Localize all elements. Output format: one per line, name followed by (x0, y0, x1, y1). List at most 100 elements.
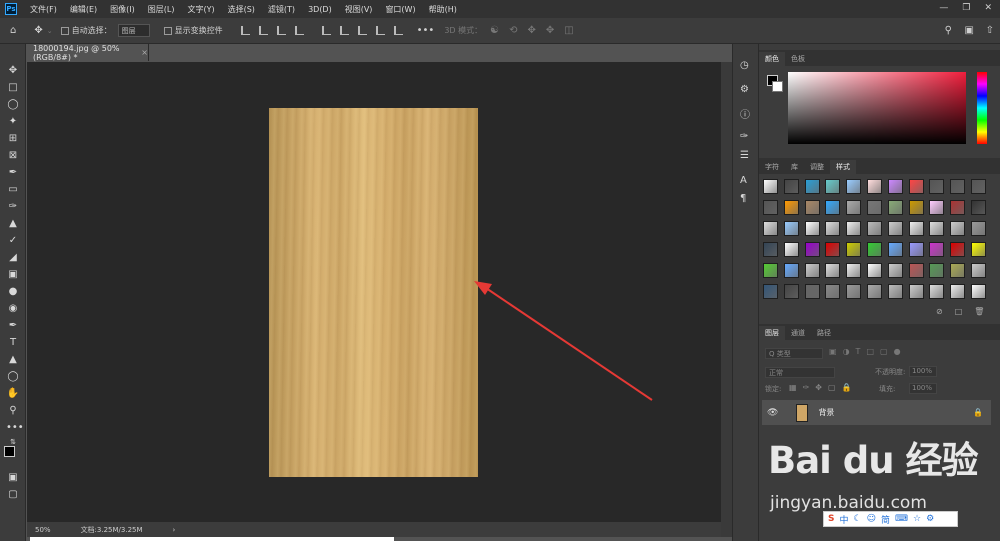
style-swatch[interactable] (825, 284, 841, 299)
style-swatch[interactable] (908, 284, 924, 299)
filter-adjustment-icon[interactable]: ◑ (843, 347, 850, 356)
style-swatch[interactable] (763, 263, 778, 278)
hue-slider[interactable] (977, 72, 987, 144)
tab-styles[interactable]: 样式 (830, 160, 856, 174)
filter-pixel-icon[interactable]: ▣ (829, 347, 837, 356)
tab-layers[interactable]: 图层 (759, 326, 785, 340)
style-swatch[interactable] (887, 263, 903, 278)
style-swatch[interactable] (887, 221, 903, 236)
style-swatch[interactable] (929, 263, 945, 278)
layer-filter-input[interactable]: Q 类型 (765, 348, 823, 359)
layer-row[interactable]: 👁 背景 🔒 (762, 400, 991, 425)
style-swatch[interactable] (866, 179, 882, 194)
lock-transparent-icon[interactable]: ▦ (789, 383, 797, 392)
tab-color[interactable]: 颜色 (759, 52, 785, 66)
color-picker-field[interactable] (788, 72, 966, 144)
color-background-swatch[interactable] (772, 81, 783, 92)
filter-shape-icon[interactable]: □ (866, 347, 874, 356)
style-swatch[interactable] (950, 284, 966, 299)
style-swatch[interactable] (950, 200, 966, 215)
layer-name[interactable]: 背景 (818, 407, 834, 418)
ime-keyboard-icon[interactable]: ⌨ (895, 514, 908, 524)
style-swatch[interactable] (846, 179, 862, 194)
style-swatch[interactable] (908, 242, 924, 257)
style-swatch[interactable] (763, 179, 778, 194)
style-swatch[interactable] (825, 221, 841, 236)
ime-emoji-icon[interactable]: ☺ (867, 514, 876, 524)
style-swatch[interactable] (970, 284, 986, 299)
tab-channels[interactable]: 通道 (785, 326, 811, 340)
tab-swatches[interactable]: 色板 (785, 52, 811, 66)
style-swatch[interactable] (846, 200, 862, 215)
style-swatch[interactable] (866, 242, 882, 257)
style-swatch[interactable] (970, 200, 986, 215)
style-swatch[interactable] (763, 242, 778, 257)
lock-pixels-icon[interactable]: ✑ (803, 383, 810, 392)
style-swatch[interactable] (804, 200, 820, 215)
ime-simplified[interactable]: 简 (881, 513, 890, 526)
style-swatch[interactable] (866, 263, 882, 278)
character-icon[interactable]: A (740, 175, 747, 186)
style-swatch[interactable] (950, 263, 966, 278)
style-swatch[interactable] (783, 242, 799, 257)
style-swatch[interactable] (866, 200, 882, 215)
style-swatch[interactable] (825, 242, 841, 257)
style-swatch[interactable] (887, 200, 903, 215)
ime-chinese-mode[interactable]: 中 (839, 513, 848, 526)
style-swatch[interactable] (825, 200, 841, 215)
ime-settings-icon[interactable]: ⚙ (926, 514, 934, 524)
tab-paths[interactable]: 路径 (811, 326, 837, 340)
ime-skin-icon[interactable]: ☆ (913, 514, 921, 524)
info-icon[interactable]: ⓘ (740, 106, 750, 121)
paragraph-icon[interactable]: ¶ (740, 193, 746, 204)
clear-style-icon[interactable]: ⊘ (936, 307, 943, 316)
style-swatch[interactable] (866, 221, 882, 236)
style-swatch[interactable] (804, 263, 820, 278)
style-swatch[interactable] (763, 221, 778, 236)
style-swatch[interactable] (970, 179, 986, 194)
style-swatch[interactable] (846, 284, 862, 299)
filter-toggle-icon[interactable]: ● (894, 347, 901, 356)
style-swatch[interactable] (763, 284, 778, 299)
ime-punctuation-icon[interactable]: ☾ (854, 514, 862, 524)
style-swatch[interactable] (929, 221, 945, 236)
opacity-input[interactable]: 100% (909, 366, 937, 377)
style-swatch[interactable] (929, 200, 945, 215)
style-swatch[interactable] (783, 221, 799, 236)
style-swatch[interactable] (866, 284, 882, 299)
vertical-scrollbar[interactable] (721, 62, 732, 537)
style-swatch[interactable] (846, 242, 862, 257)
style-swatch[interactable] (804, 179, 820, 194)
eye-icon[interactable]: 👁 (767, 408, 778, 418)
style-swatch[interactable] (804, 221, 820, 236)
style-swatch[interactable] (763, 200, 778, 215)
style-swatch[interactable] (783, 200, 799, 215)
style-swatch[interactable] (908, 221, 924, 236)
ime-logo-icon[interactable]: S (828, 514, 834, 524)
style-swatch[interactable] (846, 263, 862, 278)
style-swatch[interactable] (929, 242, 945, 257)
lock-all-icon[interactable]: 🔒 (842, 383, 852, 392)
style-swatch[interactable] (929, 284, 945, 299)
filter-type-icon[interactable]: T (856, 347, 861, 356)
style-swatch[interactable] (908, 263, 924, 278)
style-swatch[interactable] (950, 221, 966, 236)
style-swatch[interactable] (887, 242, 903, 257)
brush-settings-icon[interactable]: ✑ (740, 131, 748, 142)
chevron-right-icon[interactable]: › (173, 526, 176, 534)
style-swatch[interactable] (804, 242, 820, 257)
style-swatch[interactable] (950, 242, 966, 257)
style-swatch[interactable] (825, 263, 841, 278)
delete-style-icon[interactable]: 🗑 (974, 307, 984, 316)
style-swatch[interactable] (908, 200, 924, 215)
properties-icon[interactable]: ☰ (740, 150, 749, 161)
tab-adjustments[interactable]: 调整 (804, 160, 830, 174)
new-style-icon[interactable]: □ (955, 307, 963, 316)
style-swatch[interactable] (783, 179, 799, 194)
actions-icon[interactable]: ⚙ (740, 84, 749, 95)
history-icon[interactable]: ◷ (740, 60, 749, 71)
style-swatch[interactable] (887, 179, 903, 194)
tab-library[interactable]: 库 (785, 160, 804, 174)
style-swatch[interactable] (804, 284, 820, 299)
style-swatch[interactable] (887, 284, 903, 299)
